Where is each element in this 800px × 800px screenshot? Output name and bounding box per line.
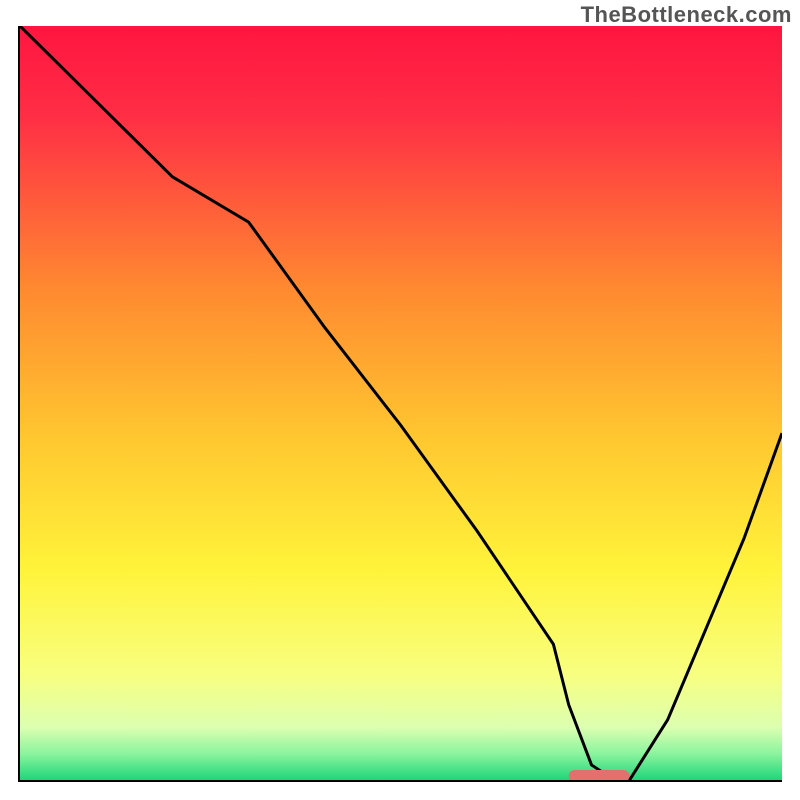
watermark-text: TheBottleneck.com — [581, 2, 792, 28]
plot-svg — [20, 26, 782, 780]
plot-area — [18, 26, 782, 782]
chart-container: TheBottleneck.com — [0, 0, 800, 800]
optimal-range-marker — [569, 770, 630, 780]
